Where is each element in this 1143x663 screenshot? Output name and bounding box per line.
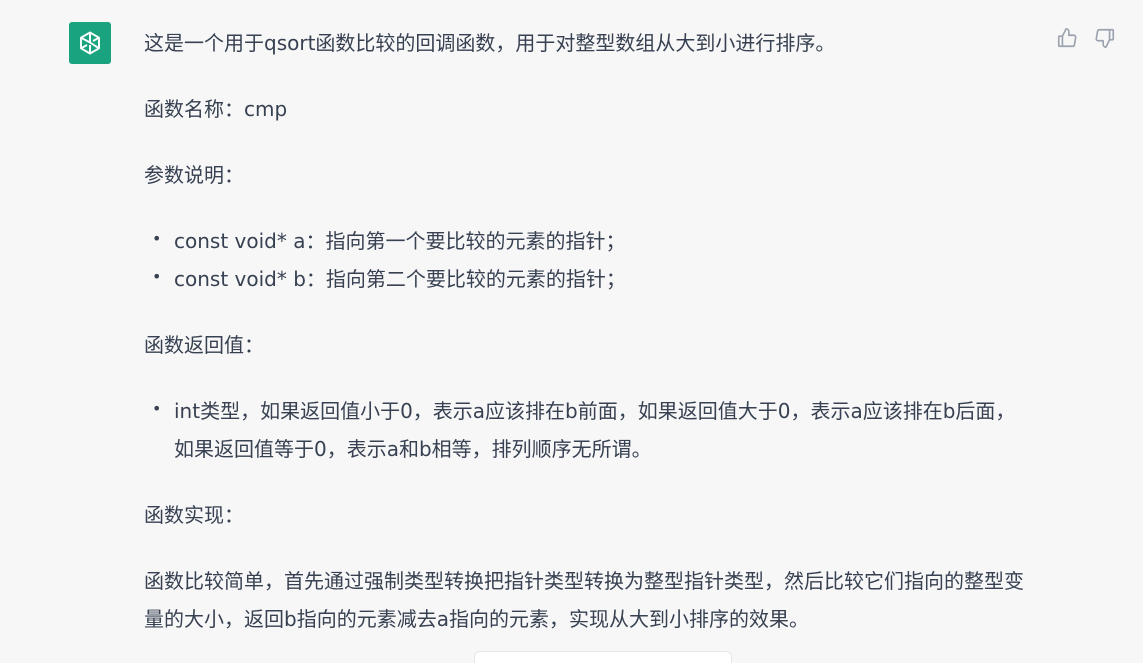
params-list: const void* a：指向第一个要比较的元素的指针； const void… xyxy=(144,220,1044,298)
function-name-line: 函数名称：cmp xyxy=(144,97,288,121)
thumbs-down-button[interactable] xyxy=(1093,26,1117,50)
chat-message: 这是一个用于qsort函数比较的回调函数，用于对整型数组从大到小进行排序。 函数… xyxy=(0,0,1143,663)
list-item: int类型，如果返回值小于0，表示a应该排在b前面，如果返回值大于0，表示a应该… xyxy=(144,390,1034,468)
returns-list: int类型，如果返回值小于0，表示a应该排在b前面，如果返回值大于0，表示a应该… xyxy=(144,390,1044,468)
intro-text: 这是一个用于qsort函数比较的回调函数，用于对整型数组从大到小进行排序。 xyxy=(144,31,836,55)
openai-logo-icon xyxy=(80,31,100,55)
impl-text: 函数比较简单，首先通过强制类型转换把指针类型转换为整型指针类型，然后比较它们指向… xyxy=(144,569,1024,631)
thumbs-up-icon xyxy=(1057,28,1077,48)
message-content: 这是一个用于qsort函数比较的回调函数，用于对整型数组从大到小进行排序。 函数… xyxy=(144,24,1044,638)
list-item: const void* a：指向第一个要比较的元素的指针； xyxy=(144,220,1034,260)
list-item: const void* b：指向第二个要比较的元素的指针； xyxy=(144,258,1034,298)
thumbs-up-button[interactable] xyxy=(1055,26,1079,50)
regenerate-button[interactable] xyxy=(474,651,732,663)
return-heading: 函数返回值： xyxy=(144,333,264,357)
thumbs-down-icon xyxy=(1095,28,1115,48)
assistant-avatar xyxy=(69,22,111,64)
impl-heading: 函数实现： xyxy=(144,503,244,527)
feedback-buttons xyxy=(1055,26,1117,50)
params-heading: 参数说明： xyxy=(144,163,244,187)
